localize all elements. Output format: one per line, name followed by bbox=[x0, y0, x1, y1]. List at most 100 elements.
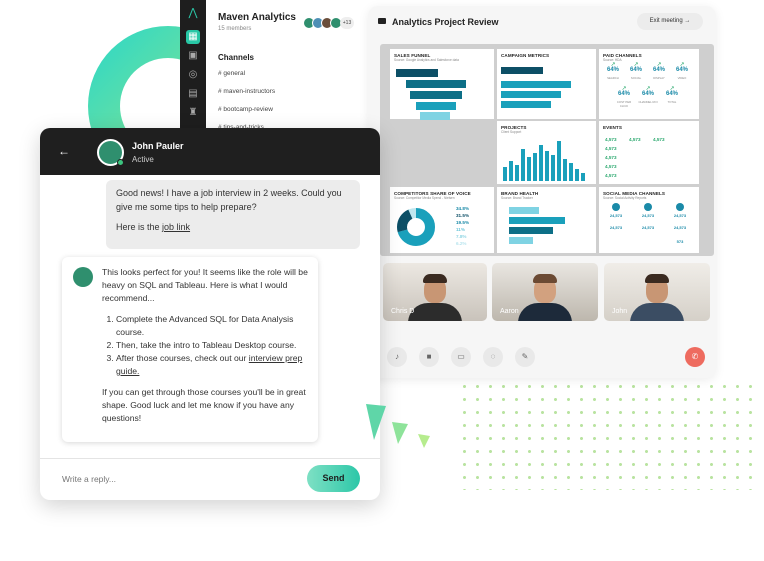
brand-health-tile: BRAND HEALTH Source: Brand Tracker bbox=[497, 187, 596, 253]
share-of-voice-tile: COMPETITORS SHARE OF VOICE Source: Compe… bbox=[390, 187, 494, 253]
brand-bar bbox=[509, 207, 539, 214]
contact-status: Active bbox=[132, 155, 154, 164]
message-text: Good news! I have a job interview in 2 w… bbox=[116, 188, 342, 212]
recommendation-list: Complete the Advanced SQL for Data Analy… bbox=[116, 313, 308, 378]
chat-icon[interactable]: ◌ bbox=[483, 347, 503, 367]
social-value: 24,573 bbox=[609, 225, 623, 230]
video-tile[interactable]: John bbox=[604, 263, 710, 321]
contact-name: John Pauler bbox=[132, 141, 184, 151]
share-value: 34.8% bbox=[456, 206, 470, 211]
event-value: 4,573 bbox=[605, 155, 617, 160]
paid-kpi-value: 64% bbox=[617, 91, 630, 97]
microphone-icon[interactable]: ♪ bbox=[387, 347, 407, 367]
camera-icon bbox=[378, 18, 386, 24]
channel-item[interactable]: # maven-instructors bbox=[218, 88, 275, 95]
paid-kpi-value: 64% bbox=[629, 67, 642, 73]
exit-meeting-label: Exit meeting bbox=[649, 18, 683, 24]
participant-name: Chris D bbox=[391, 308, 415, 315]
message-text: If you can get through those courses you… bbox=[102, 387, 306, 423]
member-avatars[interactable]: +13 bbox=[303, 17, 354, 29]
tile-title: CAMPAIGN METRICS bbox=[501, 53, 550, 58]
back-arrow-icon[interactable]: ← bbox=[58, 145, 70, 157]
video-tile[interactable]: Chris D bbox=[383, 263, 487, 321]
share-donut-chart bbox=[397, 208, 435, 246]
event-value: 4,573 bbox=[605, 173, 617, 178]
tile-subtitle: Source: Brand Tracker bbox=[501, 196, 533, 200]
pen-icon[interactable]: ✎ bbox=[515, 347, 535, 367]
list-item: After those courses, check out our inter… bbox=[116, 352, 308, 378]
arrow-right-icon: → bbox=[684, 18, 691, 24]
divider bbox=[40, 458, 380, 459]
funnel-bar bbox=[410, 91, 462, 99]
incoming-message: This looks perfect for you! It seems lik… bbox=[62, 257, 318, 442]
facebook-icon bbox=[612, 203, 620, 211]
channel-item[interactable]: # bootcamp-review bbox=[218, 106, 273, 113]
funnel-bar bbox=[396, 69, 438, 77]
twitter-icon bbox=[676, 203, 684, 211]
workspace-title: Maven Analytics bbox=[218, 12, 296, 23]
workspace-rail: ⋀ ▦ ▣ ◎ ▤ ♜ bbox=[180, 0, 206, 140]
reply-input[interactable] bbox=[62, 472, 282, 486]
channels-heading: Channels bbox=[218, 53, 255, 62]
paid-kpi-label: TOTAL bbox=[667, 100, 677, 104]
target-icon[interactable]: ◎ bbox=[186, 68, 200, 82]
online-status-dot bbox=[117, 159, 124, 166]
tile-subtitle: Source: Competitor Media Spend - Nielsen bbox=[394, 196, 455, 200]
logo-icon[interactable]: ⋀ bbox=[186, 6, 200, 20]
list-item: Then, take the intro to Tableau Desktop … bbox=[116, 339, 308, 352]
linkedin-icon bbox=[644, 203, 652, 211]
funnel-bar bbox=[420, 112, 450, 120]
grid-icon[interactable]: ▦ bbox=[186, 30, 200, 44]
event-value: 4,573 bbox=[605, 137, 617, 142]
funnel-bar bbox=[416, 102, 456, 110]
list-item: Complete the Advanced SQL for Data Analy… bbox=[116, 313, 308, 339]
brand-bar bbox=[509, 227, 553, 234]
projects-chart bbox=[503, 141, 585, 181]
social-media-tile: SOCIAL MEDIA CHANNELS Source: Social Act… bbox=[599, 187, 699, 253]
campaign-bar bbox=[501, 91, 561, 98]
extra-members-badge: +13 bbox=[340, 17, 354, 29]
meeting-title: Analytics Project Review bbox=[392, 17, 499, 27]
social-value: 24,573 bbox=[609, 213, 623, 218]
paid-channels-tile: PAID CHANNELS Source: HDA ↗ 64% SEARCH ↗… bbox=[599, 49, 699, 119]
job-link[interactable]: job link bbox=[162, 222, 190, 232]
share-value: 7.8% bbox=[456, 234, 467, 239]
event-value: 4,573 bbox=[653, 137, 665, 142]
outgoing-message: Good news! I have a job interview in 2 w… bbox=[106, 180, 360, 249]
document-icon[interactable]: ▤ bbox=[186, 87, 200, 101]
participant-name: John bbox=[612, 308, 628, 315]
campaign-bar bbox=[501, 81, 571, 88]
message-text: Here is the bbox=[116, 222, 163, 232]
paid-kpi-value: 64% bbox=[606, 67, 619, 73]
exit-meeting-button[interactable]: Exit meeting → bbox=[637, 13, 703, 30]
paid-kpi-value: 64% bbox=[652, 67, 665, 73]
paid-kpi-label: COST PER CLICK bbox=[616, 100, 632, 108]
channel-item[interactable]: # general bbox=[218, 70, 245, 77]
projects-tile: PROJECTS Client Support bbox=[497, 121, 596, 184]
tile-subtitle: Source: Social Activity Reports bbox=[603, 196, 647, 200]
end-call-icon[interactable]: ✆ bbox=[685, 347, 705, 367]
tile-subtitle: Source: Google Analytics and Salesforce … bbox=[394, 58, 459, 62]
camera-icon[interactable]: ■ bbox=[419, 347, 439, 367]
paid-kpi-label: VIDEO bbox=[677, 76, 687, 80]
workspace-member-count: 15 members bbox=[218, 26, 252, 32]
share-value: 11% bbox=[456, 227, 465, 232]
share-value: 31.5% bbox=[456, 213, 470, 218]
participant-name: Aaron bbox=[500, 308, 519, 315]
briefcase-icon[interactable]: ▣ bbox=[186, 49, 200, 63]
send-button[interactable]: Send bbox=[307, 465, 360, 492]
event-value: 4,573 bbox=[605, 164, 617, 169]
campaign-metrics-tile: CAMPAIGN METRICS bbox=[497, 49, 596, 119]
paid-kpi-value: 64% bbox=[665, 91, 678, 97]
video-tile[interactable]: Aaron bbox=[492, 263, 598, 321]
event-value: 4,573 bbox=[629, 137, 641, 142]
screen-share-icon[interactable]: ▭ bbox=[451, 347, 471, 367]
chat-header bbox=[40, 128, 380, 175]
tile-title: EVENTS bbox=[603, 125, 622, 130]
paid-kpi-value: 64% bbox=[641, 91, 654, 97]
paid-kpi-value: 64% bbox=[675, 67, 688, 73]
paid-kpi-label: CHANNEL ROI bbox=[638, 100, 658, 104]
tile-subtitle: Client Support bbox=[501, 130, 522, 134]
share-value: 19.5% bbox=[456, 220, 470, 225]
trophy-icon[interactable]: ♜ bbox=[186, 106, 200, 120]
